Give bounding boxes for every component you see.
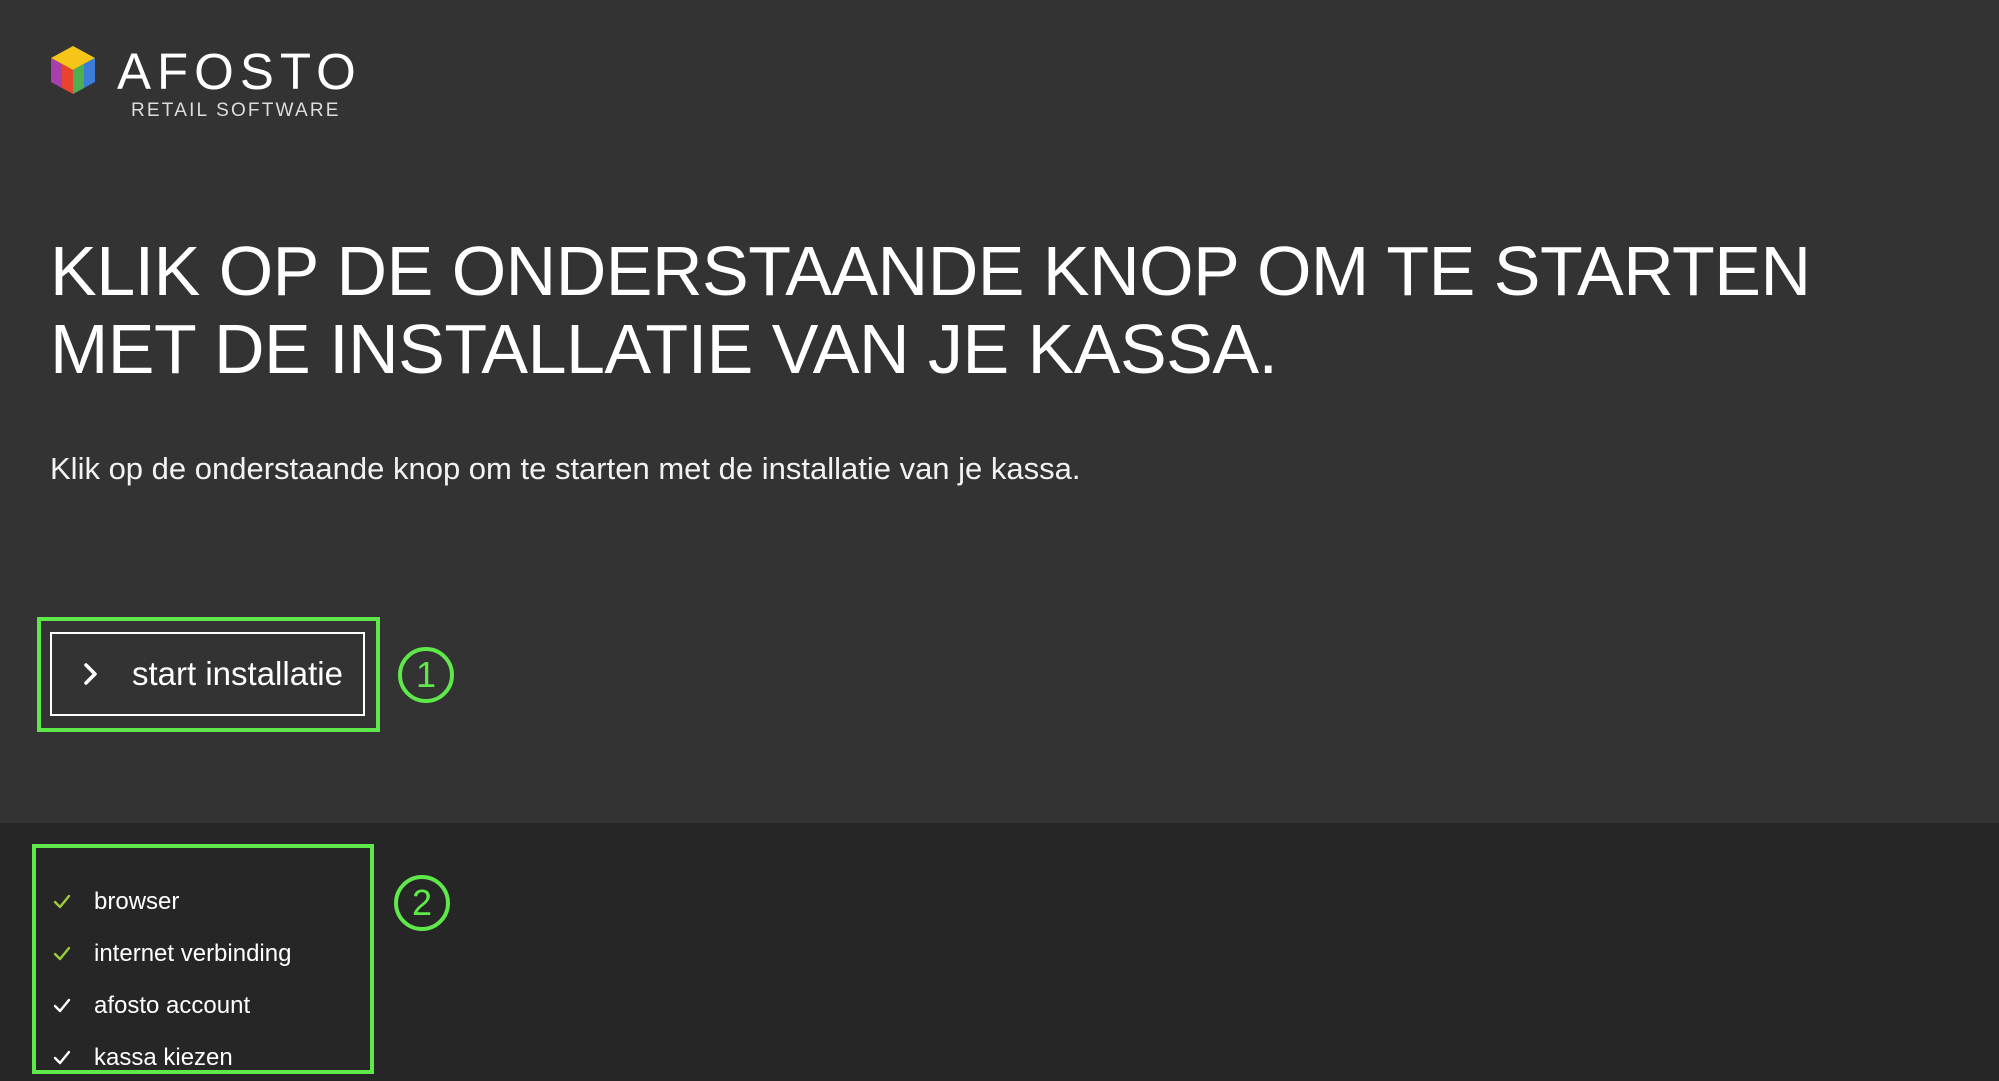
- page-title: KLIK OP DE ONDERSTAANDE KNOP OM TE START…: [50, 232, 1811, 388]
- checklist-item-internet: internet verbinding: [52, 928, 291, 980]
- logo-cube-icon: [51, 46, 95, 94]
- page-description: Klik op de onderstaande knop om te start…: [50, 451, 1081, 486]
- annotation-marker-2: 2: [394, 875, 450, 931]
- annotation-marker-1: 1: [398, 647, 454, 703]
- brand-name: AFOSTO: [117, 43, 362, 100]
- chevron-right-icon: [84, 663, 97, 685]
- requirements-checklist: browser internet verbinding afosto accou…: [52, 876, 291, 1081]
- checklist-item-account: afosto account: [52, 980, 291, 1032]
- checklist-item-label: afosto account: [94, 992, 251, 1019]
- check-icon: [53, 946, 71, 961]
- checklist-item-label: browser: [94, 888, 180, 915]
- checklist-item-browser: browser: [52, 876, 291, 928]
- start-installation-label: start installatie: [132, 655, 343, 692]
- logo: AFOSTO RETAIL SOFTWARE: [51, 44, 356, 124]
- checklist-item-kassa: kassa kiezen: [52, 1032, 291, 1081]
- checklist-item-label: internet verbinding: [94, 940, 292, 967]
- check-icon: [53, 998, 71, 1013]
- check-icon: [53, 1050, 71, 1065]
- checklist-item-label: kassa kiezen: [94, 1044, 233, 1071]
- start-installation-button[interactable]: start installatie: [50, 632, 365, 716]
- page: AFOSTO RETAIL SOFTWARE KLIK OP DE ONDERS…: [0, 0, 1999, 1081]
- brand-tagline: RETAIL SOFTWARE: [131, 100, 341, 121]
- check-icon: [53, 894, 71, 909]
